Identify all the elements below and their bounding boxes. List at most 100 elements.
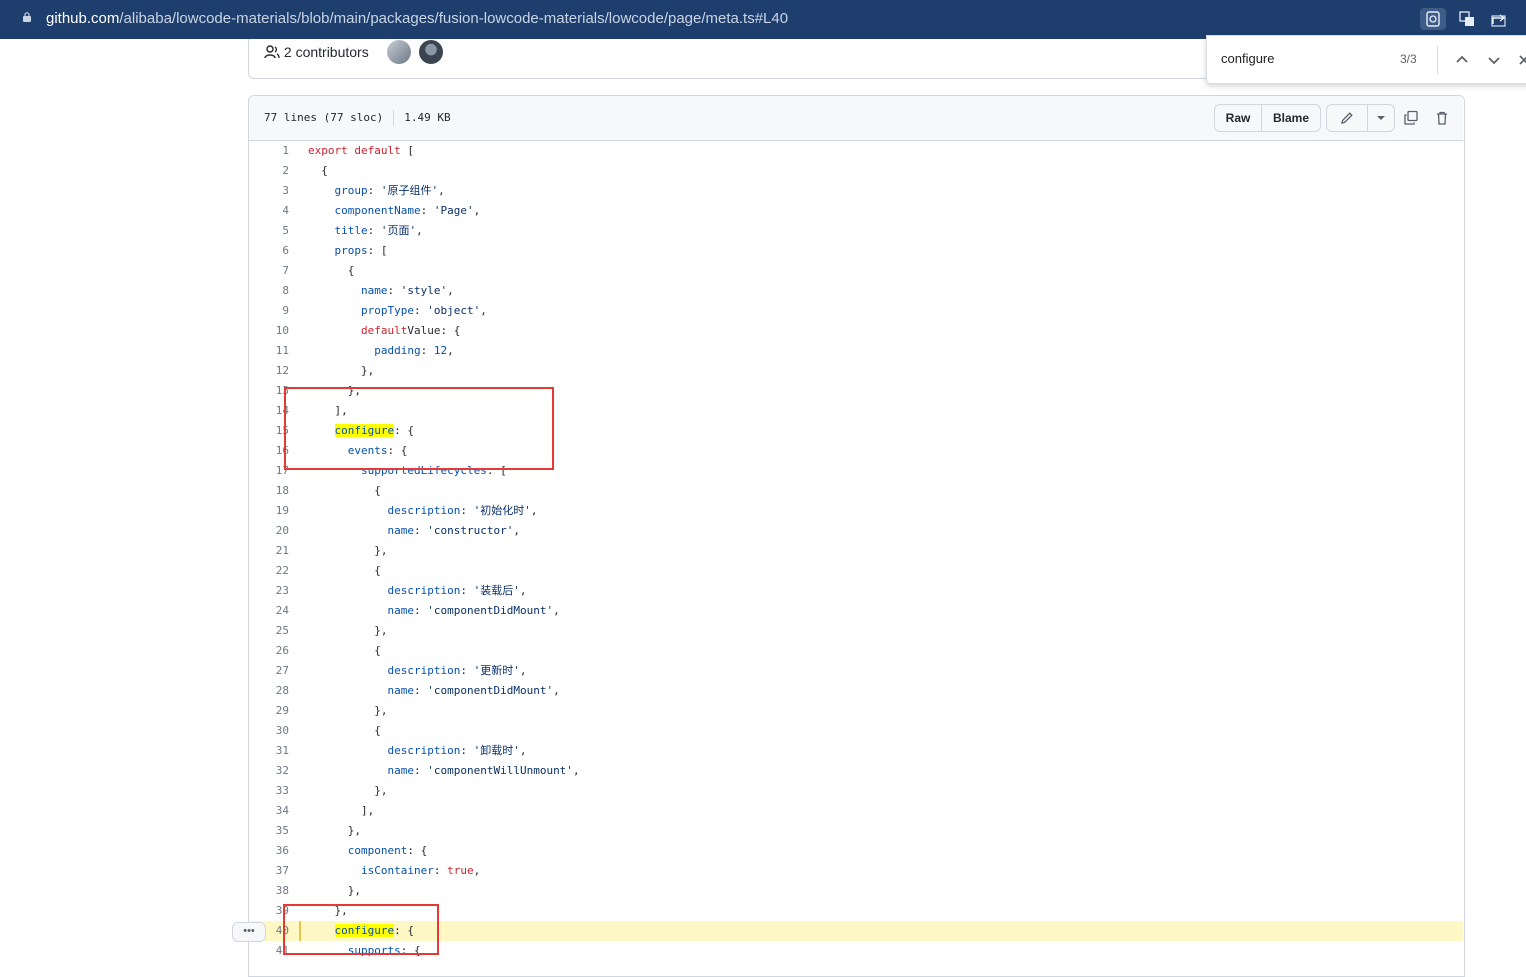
line-number[interactable]: 9 bbox=[249, 301, 289, 321]
line-number[interactable]: 35 bbox=[249, 821, 289, 841]
find-divider bbox=[1437, 46, 1438, 74]
line-number[interactable]: 15 bbox=[249, 421, 289, 441]
line-number[interactable]: 28 bbox=[249, 681, 289, 701]
contributors-link[interactable]: 2 contributors bbox=[264, 44, 369, 60]
chevron-up-icon[interactable] bbox=[1450, 48, 1474, 72]
annotation-box bbox=[283, 904, 439, 955]
line-number[interactable]: 33 bbox=[249, 781, 289, 801]
line-number[interactable]: 17 bbox=[249, 461, 289, 481]
pencil-icon[interactable] bbox=[1326, 104, 1368, 132]
browser-address-bar: github.com/alibaba/lowcode-materials/blo… bbox=[0, 0, 1526, 39]
code-line: 7 { bbox=[249, 261, 1463, 281]
code-text: name: 'componentDidMount', bbox=[387, 684, 560, 697]
code-line: 10 defaultValue: { bbox=[249, 321, 1463, 341]
line-number[interactable]: 31 bbox=[249, 741, 289, 761]
code-text: }, bbox=[308, 704, 388, 717]
copy-icon[interactable] bbox=[1397, 104, 1425, 132]
line-number[interactable]: 6 bbox=[249, 241, 289, 261]
line-number[interactable]: 7 bbox=[249, 261, 289, 281]
line-number[interactable]: 2 bbox=[249, 161, 289, 181]
code-line: 27 description: '更新时', bbox=[249, 661, 1463, 681]
line-number[interactable]: 27 bbox=[249, 661, 289, 681]
line-number[interactable]: 30 bbox=[249, 721, 289, 741]
line-number[interactable]: 19 bbox=[249, 501, 289, 521]
line-number[interactable]: 25 bbox=[249, 621, 289, 641]
code-line: 25 }, bbox=[249, 621, 1463, 641]
avatar[interactable] bbox=[387, 40, 411, 64]
code-text: description: '卸载时', bbox=[387, 744, 527, 757]
translate-icon[interactable] bbox=[1454, 8, 1480, 30]
edit-button-group bbox=[1326, 104, 1395, 132]
find-in-page-icon[interactable] bbox=[1420, 8, 1446, 30]
code-text: componentName: 'Page', bbox=[334, 204, 481, 217]
close-icon[interactable] bbox=[1512, 48, 1526, 72]
code-text: padding: 12, bbox=[374, 344, 454, 357]
line-number[interactable]: 37 bbox=[249, 861, 289, 881]
caret-down-icon[interactable] bbox=[1368, 104, 1395, 132]
share-icon[interactable] bbox=[1486, 8, 1512, 30]
avatar[interactable] bbox=[419, 40, 443, 64]
code-line: 6 props: [ bbox=[249, 241, 1463, 261]
code-line: 19 description: '初始化时', bbox=[249, 501, 1463, 521]
blame-button[interactable]: Blame bbox=[1262, 104, 1321, 132]
code-text: defaultValue: { bbox=[360, 324, 461, 337]
chevron-down-icon[interactable] bbox=[1482, 48, 1506, 72]
code-line: 20 name: 'constructor', bbox=[249, 521, 1463, 541]
raw-button[interactable]: Raw bbox=[1214, 104, 1262, 132]
code-text: }, bbox=[308, 364, 375, 377]
trash-icon[interactable] bbox=[1428, 104, 1456, 132]
code-line: 30 { bbox=[249, 721, 1463, 741]
find-match-count: 3/3 bbox=[1400, 52, 1417, 66]
line-number[interactable]: 32 bbox=[249, 761, 289, 781]
code-text: { bbox=[308, 564, 381, 577]
address-url[interactable]: github.com/alibaba/lowcode-materials/blo… bbox=[46, 10, 788, 27]
code-text: isContainer: true, bbox=[360, 864, 481, 877]
line-number[interactable]: 20 bbox=[249, 521, 289, 541]
line-number[interactable]: 8 bbox=[249, 281, 289, 301]
code-text: description: '更新时', bbox=[387, 664, 527, 677]
line-number[interactable]: 10 bbox=[249, 321, 289, 341]
code-line: 12 }, bbox=[249, 361, 1463, 381]
line-number[interactable]: 22 bbox=[249, 561, 289, 581]
line-number[interactable]: 26 bbox=[249, 641, 289, 661]
code-line: 9 propType: 'object', bbox=[249, 301, 1463, 321]
file-line-count: 77 lines (77 sloc) bbox=[264, 111, 384, 124]
code-line: 28 name: 'componentDidMount', bbox=[249, 681, 1463, 701]
lock-icon bbox=[23, 12, 31, 22]
line-number[interactable]: 24 bbox=[249, 601, 289, 621]
line-number[interactable]: 21 bbox=[249, 541, 289, 561]
line-number[interactable]: 5 bbox=[249, 221, 289, 241]
line-options-button[interactable]: ••• bbox=[232, 922, 266, 942]
code-line: 1 export default [ bbox=[249, 141, 1463, 161]
line-number[interactable]: 4 bbox=[249, 201, 289, 221]
code-body: 1 export default [2 {3 group: '原子组件', 4 co… bbox=[249, 141, 1463, 961]
find-input[interactable]: configure bbox=[1221, 51, 1274, 66]
line-number[interactable]: 11 bbox=[249, 341, 289, 361]
line-number[interactable]: 3 bbox=[249, 181, 289, 201]
line-number[interactable]: 29 bbox=[249, 701, 289, 721]
line-number[interactable]: 13 bbox=[249, 381, 289, 401]
code-text: export default [ bbox=[308, 144, 414, 157]
line-number[interactable]: 16 bbox=[249, 441, 289, 461]
code-text: { bbox=[308, 644, 381, 657]
line-number[interactable]: 34 bbox=[249, 801, 289, 821]
url-domain: github.com bbox=[46, 10, 120, 27]
code-line: 36 component: { bbox=[249, 841, 1463, 861]
code-text: name: 'componentWillUnmount', bbox=[387, 764, 580, 777]
line-number[interactable]: 36 bbox=[249, 841, 289, 861]
code-text: }, bbox=[308, 824, 361, 837]
code-line: 35 }, bbox=[249, 821, 1463, 841]
line-number[interactable]: 1 bbox=[249, 141, 289, 161]
file-size: 1.49 KB bbox=[404, 111, 451, 124]
line-number[interactable]: 18 bbox=[249, 481, 289, 501]
code-line: 31 description: '卸载时', bbox=[249, 741, 1463, 761]
line-number[interactable]: 14 bbox=[249, 401, 289, 421]
code-text: }, bbox=[308, 624, 388, 637]
line-number[interactable]: 12 bbox=[249, 361, 289, 381]
people-icon bbox=[264, 45, 280, 59]
line-number[interactable]: 38 bbox=[249, 881, 289, 901]
url-path: /alibaba/lowcode-materials/blob/main/pac… bbox=[119, 10, 789, 27]
contributors-count: 2 contributors bbox=[283, 44, 369, 60]
code-line: 24 name: 'componentDidMount', bbox=[249, 601, 1463, 621]
line-number[interactable]: 23 bbox=[249, 581, 289, 601]
